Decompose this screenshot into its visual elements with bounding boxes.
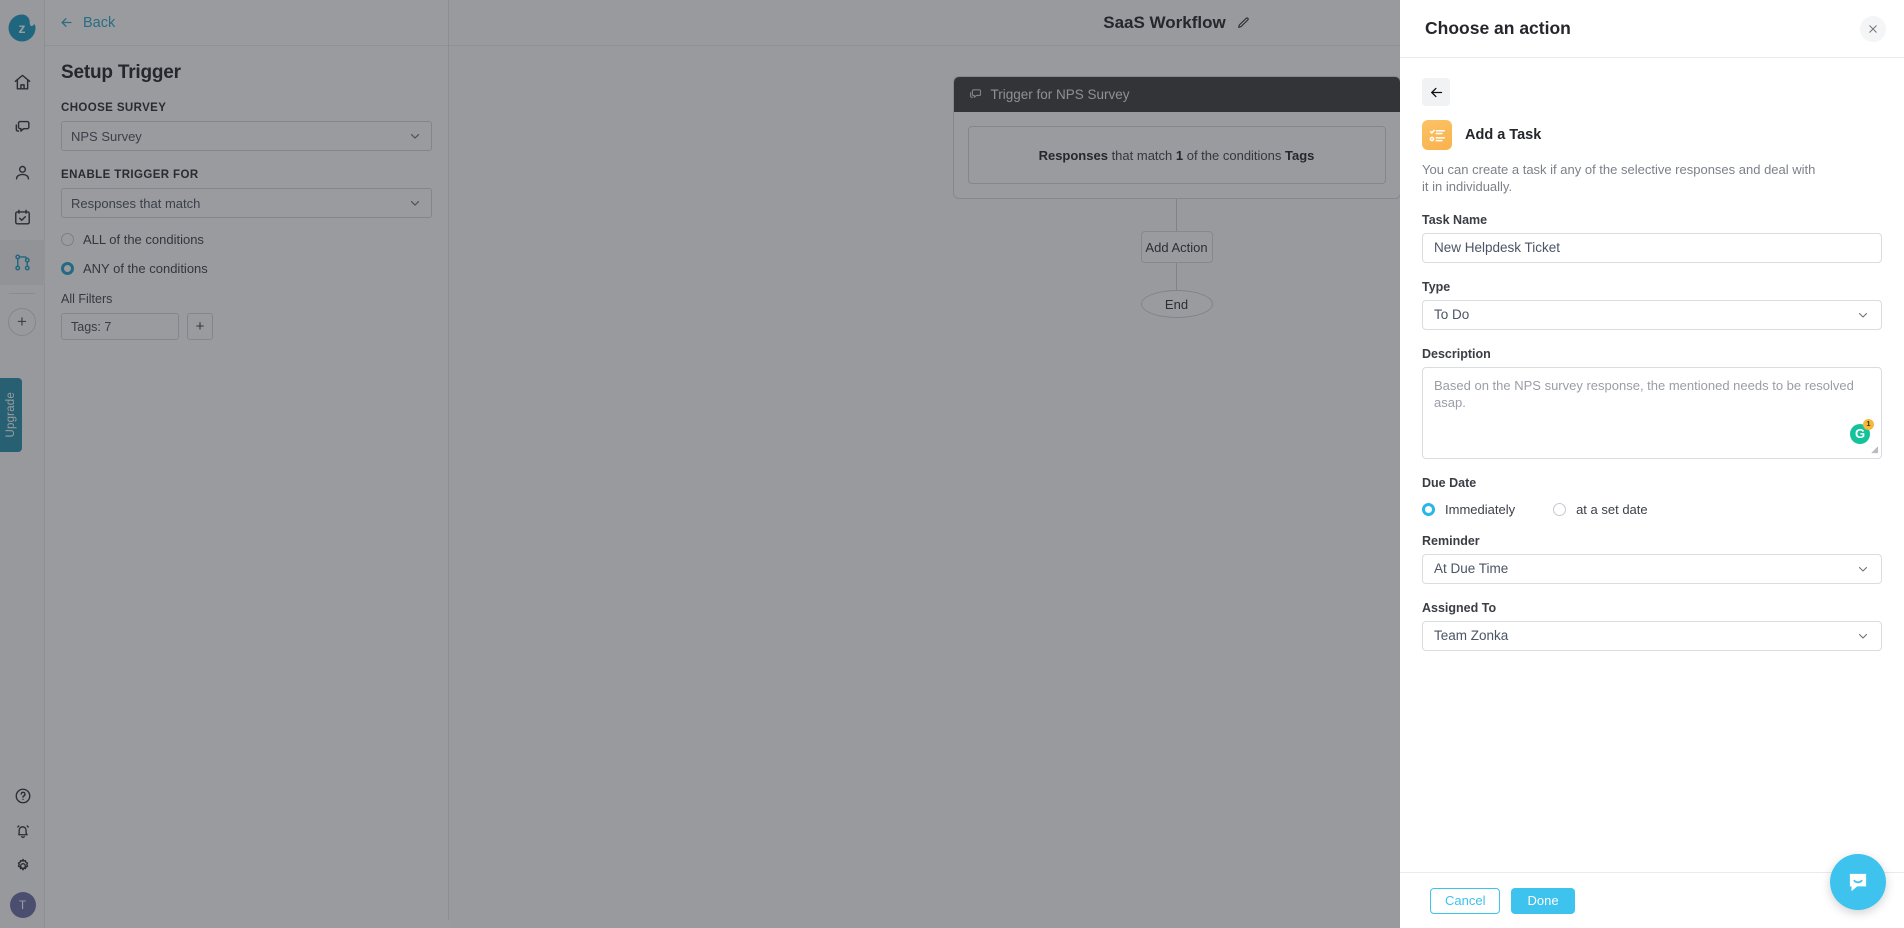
reminder-label: Reminder xyxy=(1422,533,1480,548)
intercom-launcher[interactable] xyxy=(1830,854,1886,910)
cancel-button[interactable]: Cancel xyxy=(1430,887,1501,914)
reminder-select[interactable]: At Due Time xyxy=(1422,553,1882,584)
chat-smile-icon xyxy=(1849,873,1867,892)
grammarly-badge: 1 xyxy=(1863,418,1874,430)
close-icon[interactable] xyxy=(1860,15,1886,42)
due-set-date-label: at a set date xyxy=(1576,501,1648,517)
resize-grip-icon[interactable]: ◢ xyxy=(1871,443,1878,455)
due-date-label: Due Date xyxy=(1422,475,1477,490)
assigned-to-select[interactable]: Team Zonka xyxy=(1422,620,1882,651)
drawer-header: Choose an action xyxy=(1400,0,1904,58)
task-name-input[interactable]: New Helpdesk Ticket xyxy=(1422,232,1882,263)
due-immediately-label: Immediately xyxy=(1445,501,1516,517)
chevron-down-icon xyxy=(1858,566,1868,572)
reminder-value: At Due Time xyxy=(1434,561,1509,577)
description-textarea[interactable]: Based on the NPS survey response, the me… xyxy=(1422,366,1882,459)
assigned-to-label: Assigned To xyxy=(1422,600,1497,615)
chevron-down-icon xyxy=(1858,312,1868,318)
due-set-date-radio[interactable] xyxy=(1553,502,1567,516)
description-label: Description xyxy=(1422,346,1491,361)
grammarly-icon[interactable]: G 1 xyxy=(1850,418,1874,444)
done-button[interactable]: Done xyxy=(1511,887,1575,914)
arrow-left-icon xyxy=(1430,87,1442,97)
assigned-to-value: Team Zonka xyxy=(1434,628,1509,644)
drawer-back-button[interactable] xyxy=(1422,78,1450,106)
due-immediately-radio[interactable] xyxy=(1422,502,1435,516)
drawer-body: Add a Task You can create a task if any … xyxy=(1400,58,1904,872)
type-label: Type xyxy=(1422,279,1451,294)
drawer-footer: Cancel Done xyxy=(1400,872,1904,928)
action-description: You can create a task if any of the sele… xyxy=(1422,162,1816,195)
drawer-title: Choose an action xyxy=(1425,18,1571,38)
action-header: Add a Task xyxy=(1422,120,1882,150)
type-select[interactable]: To Do xyxy=(1422,299,1882,330)
type-value: To Do xyxy=(1434,307,1470,323)
description-value: Based on the NPS survey response, the me… xyxy=(1434,377,1854,411)
action-name: Add a Task xyxy=(1465,127,1542,143)
due-date-options: Immediately at a set date xyxy=(1422,502,1882,517)
choose-action-drawer: Choose an action Add a Task You can crea… xyxy=(1400,0,1904,928)
chevron-down-icon xyxy=(1858,633,1868,639)
app-root: z + Upgrade T Back Setup Trigger CHOOSE … xyxy=(0,0,1904,928)
task-list-icon xyxy=(1422,120,1452,150)
task-name-label: Task Name xyxy=(1422,212,1488,227)
